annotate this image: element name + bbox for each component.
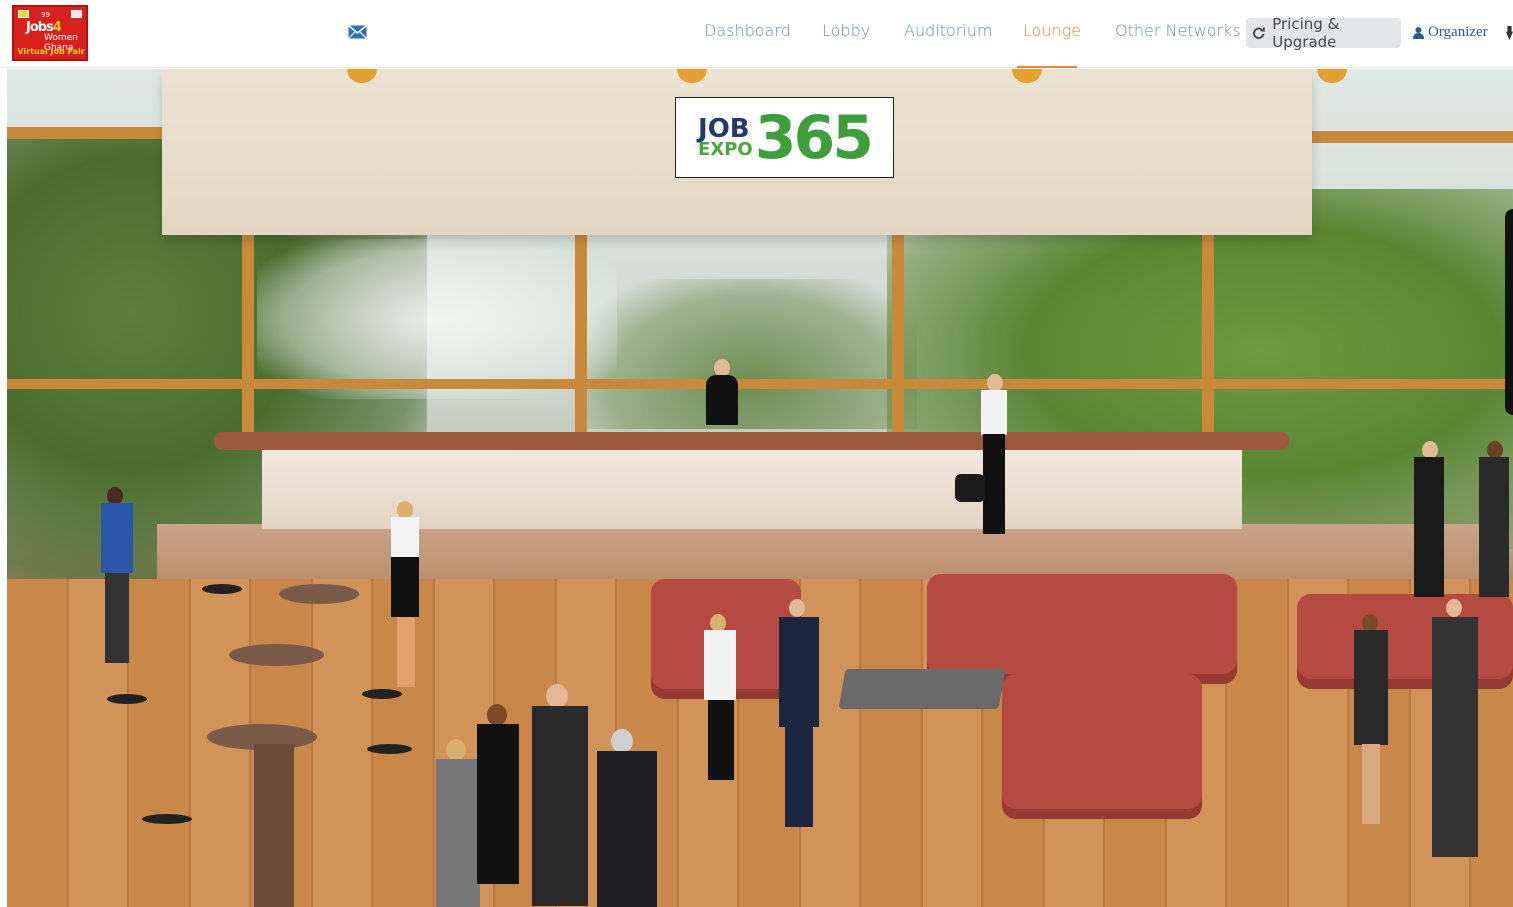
person-head — [446, 739, 466, 761]
high-table — [279, 584, 359, 604]
red-sofa — [927, 574, 1237, 684]
nav-lounge[interactable]: Lounge — [1023, 21, 1081, 40]
pricing-upgrade-label: Pricing & Upgrade — [1272, 15, 1340, 51]
bar-counter-top — [214, 432, 1289, 450]
banner-expo-text: EXPO — [698, 138, 753, 160]
mist-decor — [257, 239, 617, 399]
person-body — [1414, 457, 1444, 597]
high-table — [229, 644, 324, 666]
red-armchair — [1002, 674, 1202, 819]
person-head — [487, 704, 507, 726]
banner-365-text: 365 — [754, 102, 874, 173]
nav-dashboard[interactable]: Dashboard — [704, 21, 791, 40]
window-post-4 — [1202, 235, 1214, 435]
nav-auditorium[interactable]: Auditorium — [904, 21, 993, 40]
person-legs — [1362, 744, 1380, 824]
person-body — [532, 706, 588, 906]
banner-job-text: JOB — [698, 113, 750, 144]
logo-number: 99 — [41, 11, 50, 19]
window-beam-top-left — [7, 127, 167, 139]
top-navigation-bar: 99 Jobs4 Women Ghana Virtual Job Fair Da… — [0, 0, 1513, 68]
forest-middle-decor — [587, 279, 917, 429]
window-beam-top-right — [1312, 131, 1513, 143]
red-sofa — [1297, 594, 1513, 689]
bar-stool — [107, 694, 147, 704]
person-body — [706, 375, 738, 425]
jobs4women-logo[interactable]: 99 Jobs4 Women Ghana Virtual Job Fair — [12, 5, 88, 61]
person-skirt — [391, 557, 419, 617]
person-skirt — [708, 700, 734, 780]
window-post-3 — [892, 235, 904, 435]
logo-line-3: Virtual Job Fair — [17, 47, 85, 56]
bar-stool — [367, 744, 412, 754]
person-body — [391, 517, 419, 557]
high-table-leg — [254, 744, 294, 907]
person-body — [779, 617, 819, 727]
ceiling-lamp — [1317, 69, 1347, 83]
lounge-scene-background: JOB EXPO 365 — [7, 69, 1513, 907]
ceiling-lamp — [677, 69, 707, 83]
pricing-upgrade-button[interactable]: Pricing & Upgrade — [1246, 15, 1401, 51]
jobexpo365-banner[interactable]: JOB EXPO 365 — [675, 97, 894, 178]
coffee-table — [838, 669, 1006, 709]
person-legs — [785, 727, 813, 827]
organizer-link[interactable]: Organizer — [1413, 24, 1488, 41]
ceiling-lamp — [1012, 69, 1042, 83]
person-body — [1479, 457, 1509, 597]
window-beam-middle — [7, 379, 1513, 389]
side-chat-panel-tab[interactable] — [1505, 209, 1513, 415]
person-legs — [397, 617, 415, 687]
logo-women-text: Women — [44, 33, 78, 43]
download-icon[interactable] — [1506, 26, 1513, 40]
person-head — [789, 599, 805, 617]
banner-job-expo-stack: JOB EXPO — [698, 113, 753, 160]
person-body — [436, 759, 480, 907]
person-body — [704, 630, 736, 700]
person-body — [1432, 617, 1478, 857]
envelope-icon[interactable] — [348, 25, 367, 39]
travel-bag — [955, 474, 985, 502]
person-legs — [983, 434, 1005, 534]
person-body — [101, 503, 133, 573]
person-body — [477, 724, 519, 884]
bar-stool — [362, 689, 402, 699]
ceiling-lamp — [347, 69, 377, 83]
person-head — [611, 729, 633, 753]
person-body — [981, 390, 1007, 435]
nav-lobby[interactable]: Lobby — [822, 21, 870, 40]
logo-flag-right — [71, 10, 82, 18]
nav-active-underline — [1017, 66, 1077, 68]
person-legs — [105, 573, 129, 663]
logo-flag-left — [18, 10, 29, 18]
bar-stool — [142, 814, 192, 824]
person-body — [1354, 630, 1388, 745]
refresh-icon — [1253, 27, 1265, 39]
person-head — [546, 684, 568, 708]
window-post-2 — [575, 235, 587, 435]
user-icon — [1413, 26, 1424, 39]
person-body — [597, 751, 657, 907]
person-head — [1446, 599, 1462, 617]
window-post-1 — [242, 235, 254, 435]
organizer-label: Organizer — [1428, 24, 1488, 40]
nav-other-networks[interactable]: Other Networks — [1115, 21, 1241, 40]
bar-stool — [202, 584, 242, 594]
